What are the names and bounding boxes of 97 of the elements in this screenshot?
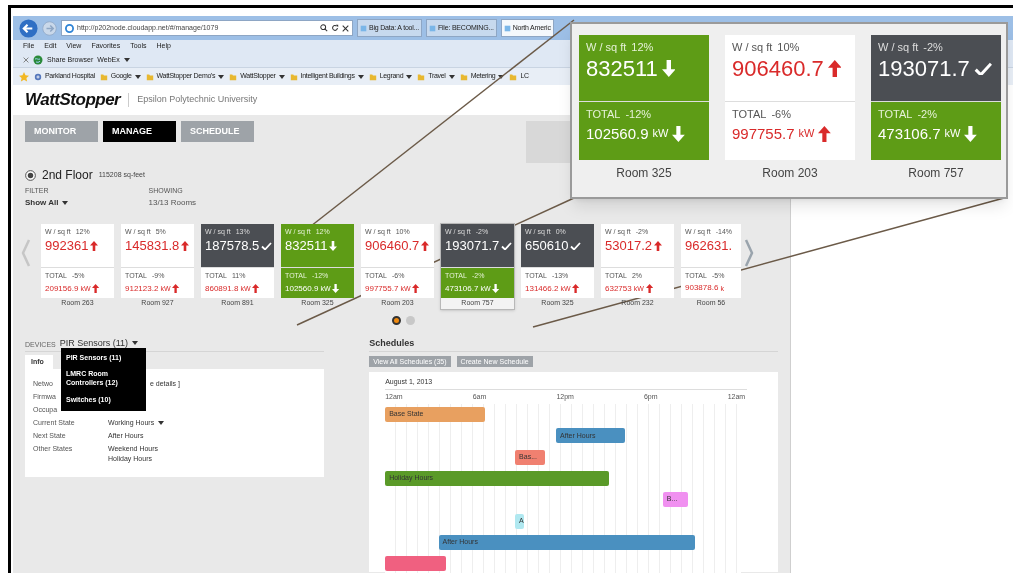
folder-icon xyxy=(368,72,377,81)
change-percent: -12% xyxy=(625,107,652,122)
folder-icon xyxy=(289,72,298,81)
check-icon xyxy=(570,241,582,250)
unit-label: kW xyxy=(652,128,669,139)
close-icon xyxy=(23,57,29,63)
total-value: 997755.7 xyxy=(365,284,399,293)
total-value: 903878.6 xyxy=(685,284,719,292)
up-arrow-icon xyxy=(172,284,180,293)
up-arrow-icon xyxy=(92,284,100,293)
back-icon xyxy=(19,18,38,38)
up-arrow-icon xyxy=(90,240,99,251)
metric-value: 906460.7 xyxy=(365,239,420,252)
metric-value: 193071.7 xyxy=(878,57,970,80)
total-value: 131466.2 xyxy=(525,284,559,293)
down-arrow-icon xyxy=(492,284,500,293)
up-arrow-icon xyxy=(645,284,653,293)
folder-icon xyxy=(99,72,108,81)
metric-label: TOTAL xyxy=(586,107,621,122)
change-percent: 10% xyxy=(777,40,800,55)
total-value: 632753 xyxy=(605,284,632,293)
check-icon xyxy=(973,61,993,76)
metric-label: TOTAL xyxy=(878,107,913,122)
metric-value: 992361 xyxy=(45,239,89,252)
metric-value: 832511 xyxy=(285,239,328,252)
chevron-left-icon xyxy=(21,238,31,267)
forward-icon xyxy=(42,20,57,36)
schedules-title: Schedules xyxy=(369,336,778,352)
folder-icon xyxy=(145,72,154,81)
room-name: Room 757 xyxy=(907,165,965,182)
change-percent: -6% xyxy=(771,107,791,122)
nav-tab[interactable]: MANAGE xyxy=(103,121,176,142)
brand-logo: WattStopper xyxy=(25,89,121,112)
folder-icon xyxy=(509,72,518,81)
chevron-right-icon xyxy=(744,238,754,267)
close-icon xyxy=(342,24,349,32)
browser-logo-icon xyxy=(65,23,74,33)
down-arrow-icon xyxy=(329,240,338,251)
up-arrow-icon xyxy=(827,60,842,77)
folder-icon xyxy=(417,72,426,81)
down-arrow-icon xyxy=(964,125,978,142)
showing-count: 13/13 Rooms xyxy=(148,196,197,209)
metric-label: TOTAL xyxy=(732,107,767,122)
change-percent: 12% xyxy=(631,40,654,55)
unit-label: kW xyxy=(944,128,961,139)
folder-icon xyxy=(459,72,468,81)
metric-value: 962631. xyxy=(685,239,732,252)
page-icon xyxy=(428,24,436,32)
down-arrow-icon xyxy=(672,125,686,142)
metric-value: 193071.7 xyxy=(445,239,500,252)
metric-value: 145831.8 xyxy=(125,239,180,252)
metric-value: 906460.7 xyxy=(732,57,824,80)
star-icon xyxy=(19,71,29,82)
organization-name: Epsilon Polytechnic University xyxy=(137,93,258,107)
total-value: 912123.2 xyxy=(125,284,159,293)
check-icon xyxy=(501,241,513,250)
metric-label: W / sq ft xyxy=(732,40,773,55)
room-name: Room 203 xyxy=(761,165,819,182)
metric-value: 53017.2 xyxy=(605,239,652,252)
down-arrow-icon xyxy=(332,284,340,293)
down-arrow-icon xyxy=(661,60,676,77)
change-percent: -2% xyxy=(923,40,943,55)
total-value: 860891.8 xyxy=(205,284,239,293)
folder-icon xyxy=(229,72,238,81)
target-icon xyxy=(25,169,36,181)
up-arrow-icon xyxy=(252,284,260,293)
page-icon xyxy=(360,24,367,32)
schedule-bar[interactable] xyxy=(385,556,446,572)
room-name: Room 325 xyxy=(615,165,673,182)
unit-label: kW xyxy=(798,128,815,139)
up-arrow-icon xyxy=(654,240,662,251)
up-arrow-icon xyxy=(421,240,430,251)
device-type-dropdown[interactable]: PIR Sensors (11) xyxy=(59,336,139,350)
up-arrow-icon xyxy=(818,125,832,142)
total-value: 209156.9 xyxy=(45,284,79,293)
total-value: 473106.7 xyxy=(878,126,941,141)
caret-icon xyxy=(62,200,69,205)
floor-name: 2nd Floor xyxy=(42,167,93,184)
refresh-icon xyxy=(331,24,339,32)
up-arrow-icon xyxy=(572,284,580,293)
metric-label: W / sq ft xyxy=(878,40,919,55)
metric-value: 832511 xyxy=(586,57,658,80)
up-arrow-icon xyxy=(412,284,420,293)
site-icon xyxy=(34,72,42,81)
globe-icon xyxy=(33,55,43,65)
check-icon xyxy=(261,241,273,250)
change-percent: -2% xyxy=(917,107,937,122)
up-arrow-icon xyxy=(181,240,190,251)
metric-value: 650610 xyxy=(525,239,569,252)
search-icon xyxy=(320,24,328,32)
metric-label: W / sq ft xyxy=(586,40,627,55)
filter-dropdown[interactable]: Show All xyxy=(25,196,69,209)
total-value: 102560.9 xyxy=(586,126,649,141)
metric-value: 187578.5 xyxy=(205,239,260,252)
total-value: 997755.7 xyxy=(732,126,795,141)
total-value: 102560.9 xyxy=(285,284,319,293)
page-icon xyxy=(503,24,511,32)
